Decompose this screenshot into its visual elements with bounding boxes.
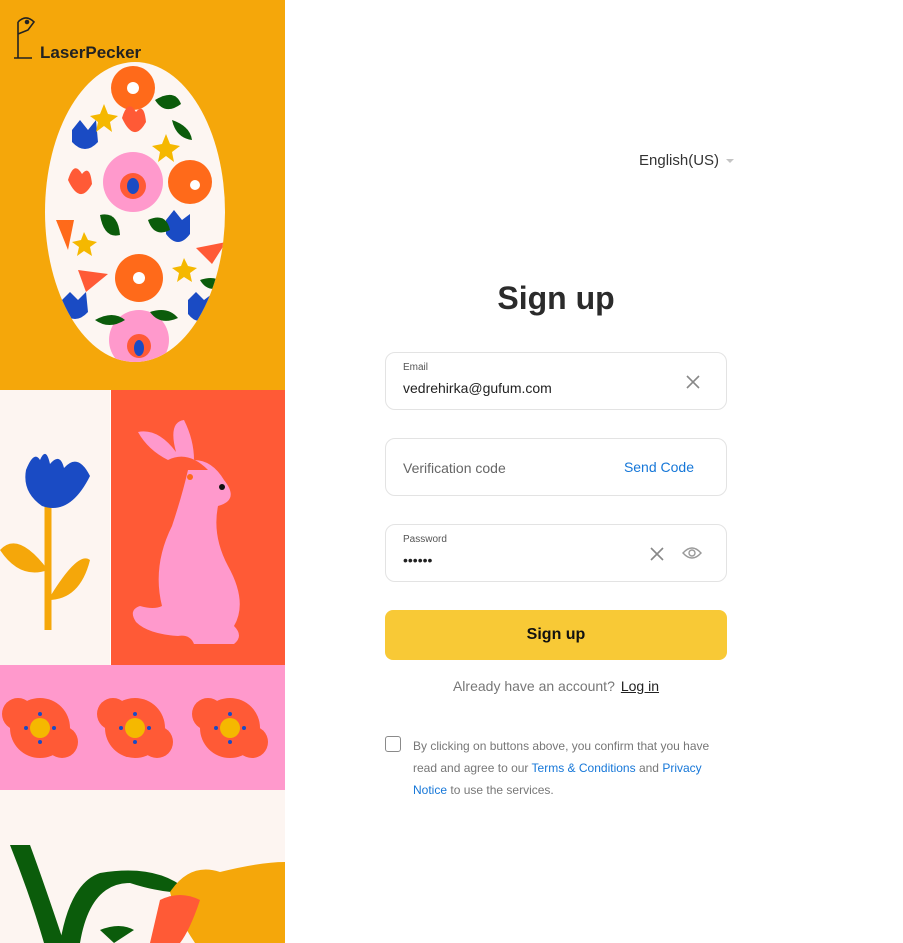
email-field[interactable]: Email vedrehirka@gufum.com: [385, 352, 727, 410]
easter-art-panel: LaserPecker: [0, 0, 285, 943]
eye-icon[interactable]: [682, 543, 702, 563]
terms-link[interactable]: Terms & Conditions: [532, 761, 636, 775]
easter-illustration: LaserPecker: [0, 0, 285, 943]
password-field[interactable]: Password ••••••: [385, 524, 727, 582]
clear-email-icon[interactable]: [683, 372, 703, 392]
agreement-text-part3: to use the services.: [450, 783, 554, 797]
agreement-checkbox[interactable]: [385, 736, 401, 752]
password-label: Password: [403, 534, 447, 545]
language-label: English(US): [639, 152, 720, 169]
login-prompt-text: Already have an account?: [452, 678, 615, 694]
agreement-text: By clicking on buttons above, you confir…: [413, 735, 730, 801]
sign-up-button[interactable]: Sign up: [385, 610, 727, 660]
flower-row: [2, 698, 268, 758]
page-title: Sign up: [497, 280, 615, 316]
agreement-section: By clicking on buttons above, you confir…: [385, 735, 730, 801]
login-prompt-row: Already have an account? Log in: [385, 678, 727, 694]
verification-code-field[interactable]: Verification code Send Code: [385, 438, 727, 496]
email-value[interactable]: vedrehirka@gufum.com: [403, 380, 552, 396]
log-in-link[interactable]: Log in: [621, 678, 659, 694]
password-value[interactable]: ••••••: [403, 552, 432, 568]
brand-name: LaserPecker: [40, 43, 142, 62]
agreement-text-part2: and: [638, 761, 659, 775]
language-selector[interactable]: English(US): [639, 152, 735, 169]
chevron-down-icon: [726, 158, 735, 163]
email-label: Email: [403, 362, 429, 373]
send-code-button[interactable]: Send Code: [624, 459, 694, 475]
clear-password-icon[interactable]: [647, 544, 667, 564]
verification-code-placeholder: Verification code: [403, 460, 506, 476]
